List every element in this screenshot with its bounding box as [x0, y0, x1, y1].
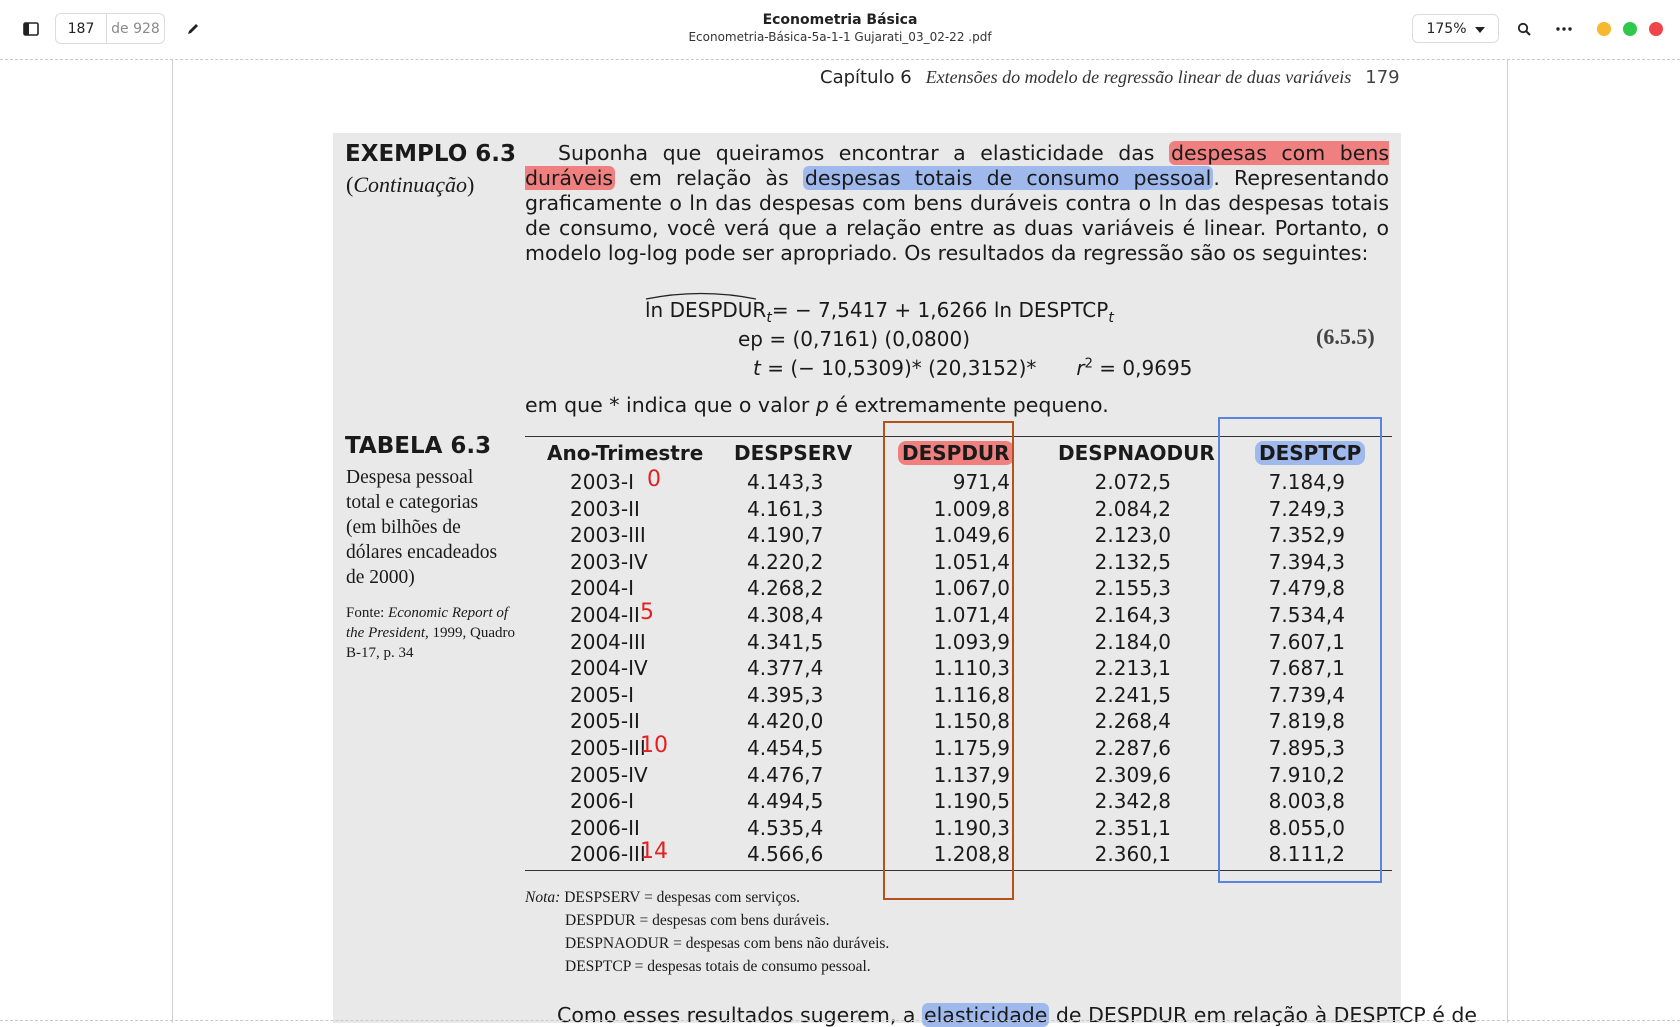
note-line-1: Nota: DESPSERV = despesas com serviços. — [525, 889, 801, 906]
column-header-ano: Ano-Trimestre — [547, 441, 704, 465]
handwritten-mark: 10 — [640, 733, 668, 758]
cell-despserv: 4.476,7 — [747, 762, 824, 787]
cell-despnaodur: 2.342,8 — [1094, 789, 1171, 814]
zoom-select[interactable]: 175% — [1412, 14, 1499, 43]
cell-despserv: 4.190,7 — [747, 523, 824, 548]
cell-despserv: 4.395,3 — [747, 682, 824, 707]
cell-despserv: 4.308,4 — [747, 603, 824, 627]
close-button[interactable] — [1649, 22, 1663, 36]
cell-despserv: 4.161,3 — [747, 496, 824, 521]
cell-despnaodur: 2.213,1 — [1094, 656, 1171, 681]
cell-despserv: 4.341,5 — [747, 629, 824, 654]
running-header: Capítulo 6 Extensões do modelo de regress… — [820, 67, 1400, 88]
cell-ano: 2003-IV — [570, 549, 648, 574]
continuation-text: Como esses resultados sugerem, a elastic… — [557, 1003, 1478, 1027]
page-bottom-divider — [0, 1020, 1680, 1021]
cell-ano: 2003-II — [570, 496, 640, 521]
example-title: EXEMPLO 6.3 — [345, 141, 517, 167]
table-description: Despesa pessoal total e categorias (em b… — [346, 467, 498, 588]
table-source: Fonte: Economic Report of the President,… — [346, 605, 516, 661]
equation-line-3: t = (− 10,5309)* (20,3152)* r2 = 0,9695 — [753, 356, 1193, 380]
cell-despnaodur: 2.287,6 — [1094, 736, 1171, 760]
cell-ano: 2005-II — [570, 709, 640, 734]
cell-despnaodur: 2.164,3 — [1094, 603, 1171, 627]
cell-despserv: 4.377,4 — [747, 656, 824, 681]
cell-ano: 2004-IV — [570, 656, 648, 681]
cell-ano: 2003-III — [570, 523, 646, 548]
cell-despnaodur: 2.241,5 — [1094, 682, 1171, 707]
cell-despserv: 4.143,3 — [747, 470, 824, 494]
cell-ano: 2003-I — [570, 470, 635, 494]
column-header-despnaodur: DESPNAODUR — [1058, 441, 1215, 465]
cell-ano: 2004-III — [570, 629, 646, 654]
highlight-blue: elasticidade — [921, 1003, 1050, 1027]
cell-despnaodur: 2.084,2 — [1094, 496, 1171, 521]
handwritten-mark: 14 — [640, 839, 668, 865]
equation-number: (6.5.5) — [1316, 324, 1375, 349]
handwritten-mark: 5 — [640, 600, 654, 625]
highlight-blue: despesas totais de consumo pessoal — [802, 166, 1214, 190]
more-icon[interactable] — [1553, 18, 1575, 40]
cell-despnaodur: 2.184,0 — [1094, 629, 1171, 654]
equation-lhs: ln DESPDUR — [645, 298, 767, 322]
header-page-number: 179 — [1365, 67, 1400, 88]
cell-despnaodur: 2.155,3 — [1094, 576, 1171, 601]
cell-despnaodur: 2.268,4 — [1094, 709, 1171, 734]
viewer-toolbar: 187 de 928 Econometria Básica Econometri… — [0, 0, 1680, 57]
cell-despnaodur: 2.351,1 — [1094, 815, 1171, 840]
annotation-box-orange — [883, 421, 1014, 900]
minimize-button[interactable] — [1597, 22, 1611, 36]
equation-line-1: ln DESPDURt= − 7,5417 + 1,6266 ln DESPTC… — [645, 292, 1114, 326]
cell-ano: 2006-II — [570, 815, 640, 840]
cell-ano: 2006-I — [570, 789, 635, 814]
cell-ano: 2004-II — [570, 603, 640, 627]
maximize-button[interactable] — [1623, 22, 1637, 36]
search-icon[interactable] — [1513, 18, 1535, 40]
example-continuation: (Continuação) — [346, 172, 475, 197]
cell-despnaodur: 2.360,1 — [1094, 842, 1171, 867]
cell-despserv: 4.220,2 — [747, 549, 824, 574]
cell-despserv: 4.494,5 — [747, 789, 824, 814]
cell-despnaodur: 2.123,0 — [1094, 523, 1171, 548]
note-line-2: DESPDUR = despesas com bens duráveis. — [565, 912, 830, 929]
cell-despserv: 4.535,4 — [747, 815, 824, 840]
note-line-3: DESPNAODUR = despesas com bens não duráv… — [565, 935, 890, 952]
column-header-despserv: DESPSERV — [734, 441, 853, 465]
cell-despserv: 4.566,6 — [747, 842, 824, 867]
equation-note: em que * indica que o valor p é extremam… — [525, 393, 1109, 417]
cell-despserv: 4.454,5 — [747, 736, 824, 760]
table-title: TABELA 6.3 — [345, 433, 492, 459]
cell-ano: 2005-I — [570, 682, 635, 707]
cell-ano: 2006-III — [570, 842, 646, 867]
header-chapter: Capítulo 6 — [820, 67, 912, 88]
cell-despnaodur: 2.072,5 — [1094, 470, 1171, 494]
cell-despnaodur: 2.132,5 — [1094, 549, 1171, 574]
note-line-4: DESPTCP = despesas totais de consumo pes… — [565, 958, 871, 975]
cell-despserv: 4.420,0 — [747, 709, 824, 734]
chevron-down-icon — [1474, 21, 1485, 37]
cell-despserv: 4.268,2 — [747, 576, 824, 601]
handwritten-mark: 0 — [647, 467, 661, 492]
cell-ano: 2005-IV — [570, 762, 648, 787]
equation-line-2: ep = (0,7161) (0,0800) — [738, 327, 971, 351]
cell-ano: 2004-I — [570, 576, 635, 601]
cell-ano: 2005-III — [570, 736, 646, 760]
header-title: Extensões do modelo de regressão linear … — [925, 67, 1352, 87]
example-paragraph: Suponha que queiramos encontrar a elasti… — [525, 141, 1389, 265]
zoom-value: 175% — [1426, 20, 1467, 37]
annotation-box-blue — [1218, 417, 1382, 883]
cell-despnaodur: 2.309,6 — [1094, 762, 1171, 787]
